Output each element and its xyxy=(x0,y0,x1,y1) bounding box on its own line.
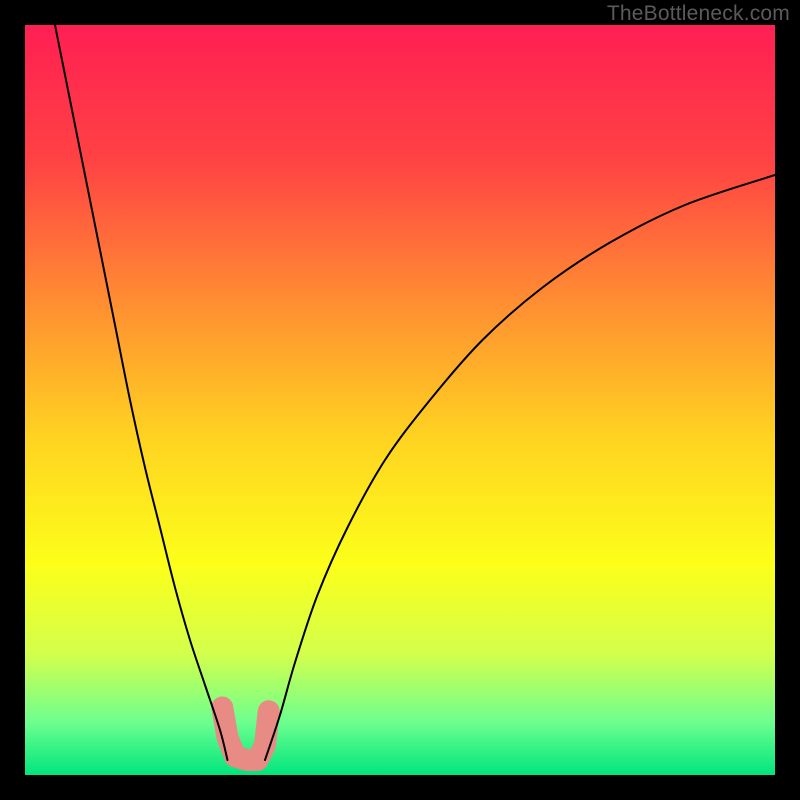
plot-background xyxy=(25,25,775,775)
bottleneck-chart xyxy=(25,25,775,775)
chart-frame: TheBottleneck.com xyxy=(0,0,800,800)
watermark-text: TheBottleneck.com xyxy=(607,2,790,26)
